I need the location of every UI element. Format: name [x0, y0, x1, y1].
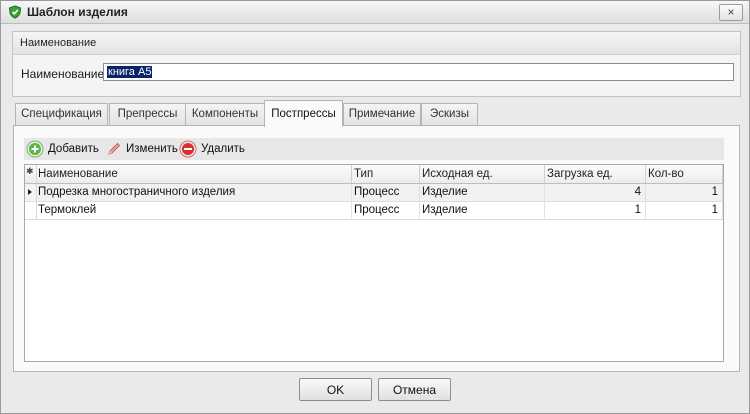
postpress-grid[interactable]: ✱ Наименование Тип Исходная ед. Загрузка…	[24, 164, 724, 362]
red-minus-icon	[179, 140, 197, 158]
table-row[interactable]: Подрезка многостраничного изделия Процес…	[25, 184, 723, 202]
name-input[interactable]: книга А5	[103, 63, 734, 81]
cell-load-unit[interactable]: 1	[545, 202, 646, 219]
cell-source-unit[interactable]: Изделие	[420, 184, 545, 201]
column-header-name[interactable]: Наименование	[36, 165, 352, 183]
table-row[interactable]: Термоклей Процесс Изделие 1 1	[25, 202, 723, 220]
add-button[interactable]: Добавить	[26, 140, 99, 158]
pencil-icon	[108, 142, 121, 155]
column-header-type[interactable]: Тип	[352, 165, 420, 183]
delete-button-label: Удалить	[201, 143, 245, 155]
naming-group-header: Наименование	[13, 32, 740, 55]
window-title: Шаблон изделия	[27, 5, 128, 19]
column-header-load-unit[interactable]: Загрузка ед.	[545, 165, 646, 183]
column-header-quantity[interactable]: Кол-во	[646, 165, 723, 183]
tab-strip: Спецификация Препрессы Компоненты Постпр…	[15, 100, 735, 127]
cell-type[interactable]: Процесс	[352, 202, 420, 219]
tab-specification[interactable]: Спецификация	[15, 103, 108, 125]
current-row-arrow-icon	[28, 189, 32, 195]
cell-name[interactable]: Подрезка многостраничного изделия	[36, 184, 352, 201]
postpress-panel: Добавить Изменить Удалить ✱ Наименование…	[13, 125, 740, 372]
grid-header: ✱ Наименование Тип Исходная ед. Загрузка…	[25, 165, 723, 184]
name-field-label: Наименование:	[21, 67, 108, 81]
new-row-icon: ✱	[26, 166, 34, 176]
ok-button[interactable]: OK	[299, 378, 372, 401]
naming-group: Наименование Наименование: книга А5	[12, 31, 741, 97]
cell-quantity[interactable]: 1	[646, 184, 723, 201]
cell-type[interactable]: Процесс	[352, 184, 420, 201]
cell-source-unit[interactable]: Изделие	[420, 202, 545, 219]
tab-notes[interactable]: Примечание	[343, 103, 421, 125]
cell-load-unit[interactable]: 4	[545, 184, 646, 201]
close-icon: ×	[727, 5, 735, 19]
naming-group-title: Наименование	[20, 37, 97, 49]
grid-toolbar: Добавить Изменить Удалить	[24, 138, 724, 160]
tab-prepress[interactable]: Препрессы	[109, 103, 186, 125]
cell-quantity[interactable]: 1	[646, 202, 723, 219]
title-bar[interactable]: Шаблон изделия ×	[1, 1, 749, 24]
green-shield-icon	[8, 5, 22, 19]
edit-button-label: Изменить	[126, 143, 178, 155]
tab-sketches[interactable]: Эскизы	[421, 103, 478, 125]
column-header-source-unit[interactable]: Исходная ед.	[420, 165, 545, 183]
cancel-button[interactable]: Отмена	[378, 378, 451, 401]
edit-button[interactable]: Изменить	[106, 140, 178, 158]
tab-postpress[interactable]: Постпрессы	[264, 100, 343, 127]
close-button[interactable]: ×	[719, 4, 743, 21]
tab-components[interactable]: Компоненты	[185, 103, 265, 125]
green-plus-icon	[26, 140, 44, 158]
name-input-value: книга А5	[107, 66, 153, 78]
dialog-window: Шаблон изделия × Наименование Наименован…	[0, 0, 750, 414]
add-button-label: Добавить	[48, 143, 99, 155]
cell-name[interactable]: Термоклей	[36, 202, 352, 219]
delete-button[interactable]: Удалить	[179, 140, 245, 158]
